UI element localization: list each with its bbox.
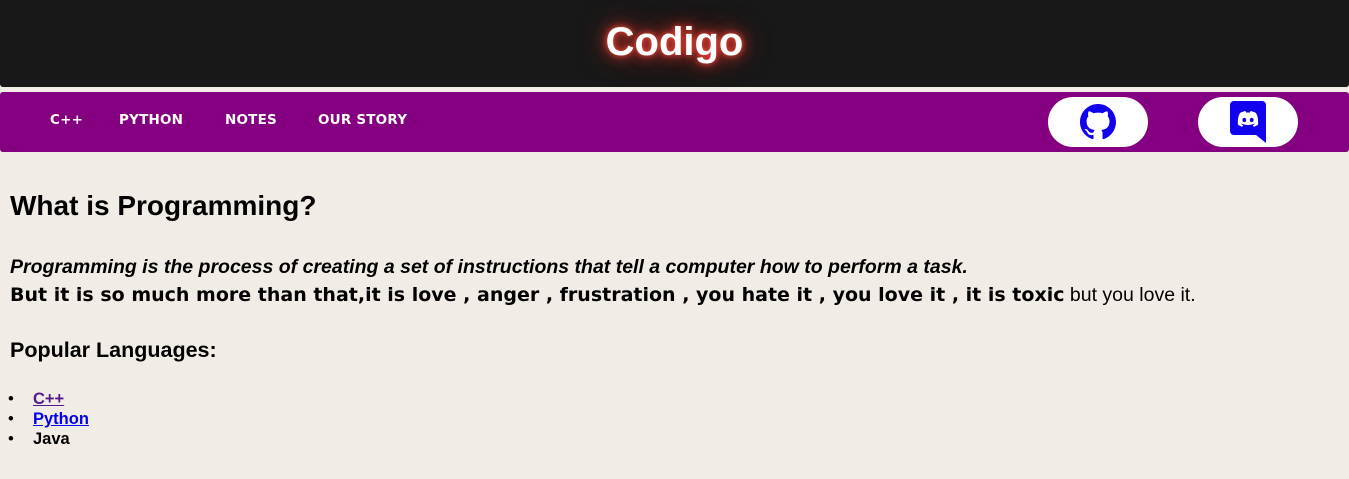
- languages-list: C++ Python Java: [8, 389, 89, 449]
- nav-link-cpp[interactable]: C++: [50, 112, 83, 128]
- discord-icon: [1230, 101, 1266, 143]
- nav-link-python[interactable]: PYTHON: [119, 112, 183, 128]
- language-link-cpp[interactable]: C++: [33, 390, 64, 408]
- list-item: C++: [8, 389, 89, 409]
- nav-link-our-story[interactable]: OUR STORY: [318, 112, 407, 128]
- github-icon: [1080, 104, 1116, 140]
- page-heading: What is Programming?: [10, 190, 317, 221]
- list-item: Java: [8, 429, 89, 449]
- languages-heading: Popular Languages:: [10, 338, 217, 362]
- site-title[interactable]: Codigo: [0, 19, 1349, 65]
- description-bold-text: But it is so much more than that,it is l…: [10, 284, 1065, 306]
- description-plain-text: but you love it.: [1064, 284, 1196, 306]
- intro-paragraph: Programming is the process of creating a…: [10, 256, 968, 278]
- language-java: Java: [33, 430, 70, 448]
- navbar: C++ PYTHON NOTES OUR STORY: [0, 92, 1349, 152]
- language-link-python[interactable]: Python: [33, 410, 89, 428]
- github-button[interactable]: [1048, 97, 1148, 147]
- nav-link-notes[interactable]: NOTES: [225, 112, 277, 128]
- site-header: Codigo: [0, 0, 1349, 87]
- list-item: Python: [8, 409, 89, 429]
- discord-button[interactable]: [1198, 97, 1298, 147]
- description-paragraph: But it is so much more than that,it is l…: [10, 283, 1196, 307]
